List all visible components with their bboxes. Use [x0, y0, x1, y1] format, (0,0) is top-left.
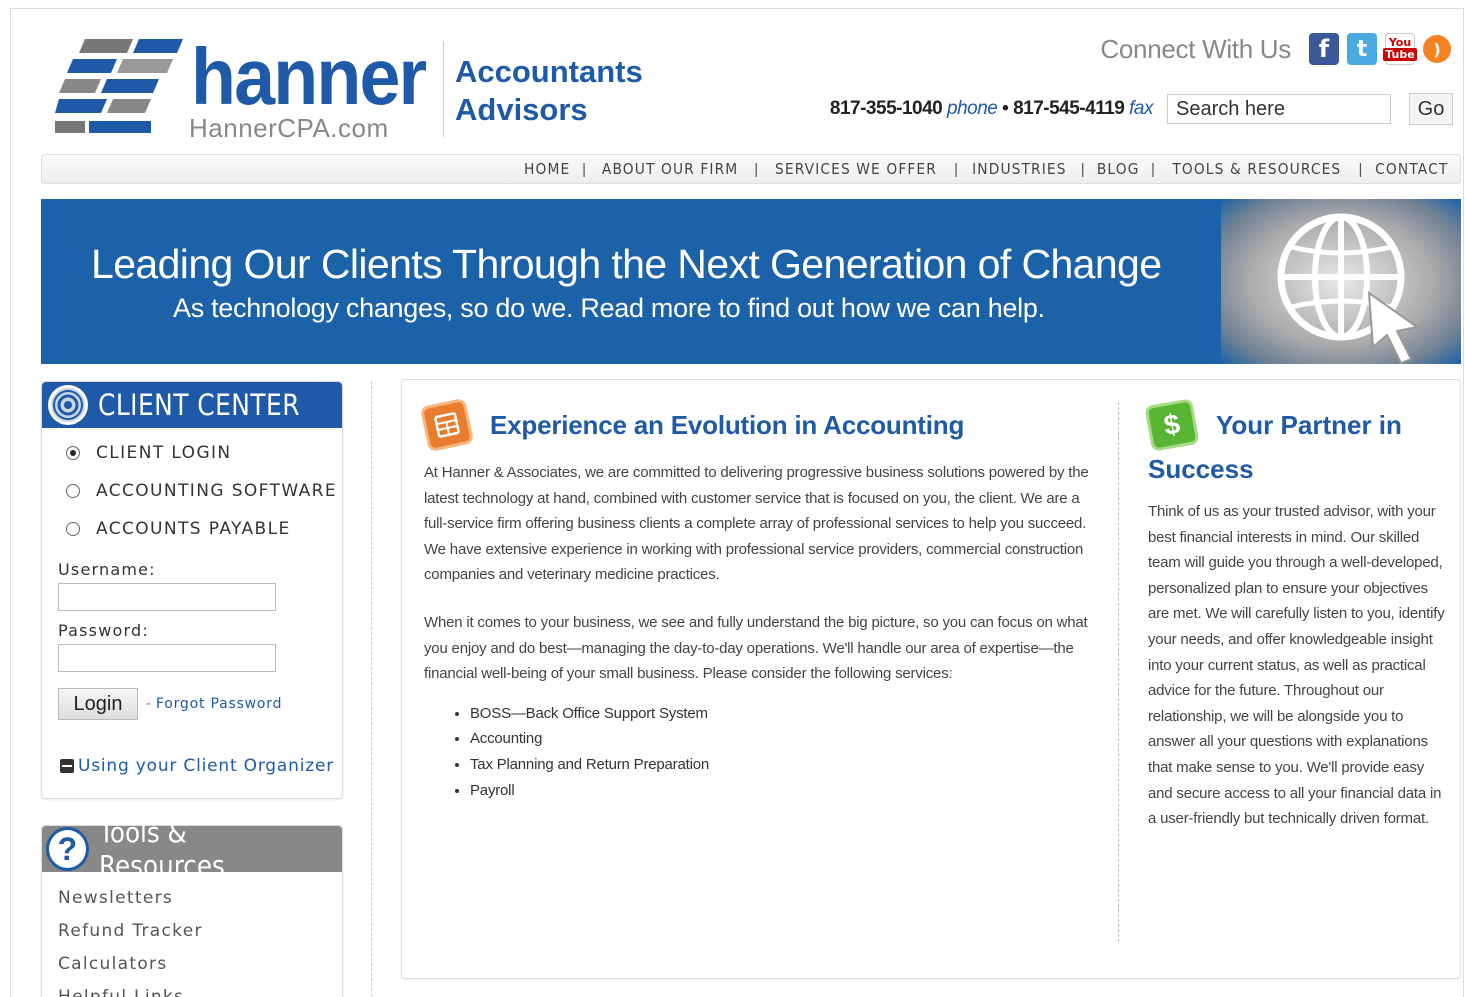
username-field[interactable] [58, 583, 276, 611]
password-label: Password: [58, 621, 149, 640]
nav-blog[interactable]: BLOG [1096, 160, 1139, 178]
logo-name: hanner [191, 32, 427, 121]
login-button[interactable]: Login [58, 688, 138, 720]
evolution-paragraph-1: At Hanner & Associates, we are committed… [424, 464, 1089, 584]
youtube-icon-top: You [1388, 36, 1412, 49]
radio-accounts-payable[interactable]: ACCOUNTS PAYABLE [42, 510, 342, 548]
question-icon: ? [46, 827, 89, 871]
tools-item-helpful-links[interactable]: Helpful Links [42, 981, 342, 997]
phone-fax: 817-355-1040 phone • 817-545-4119 fax [829, 98, 1154, 120]
username-label: Username: [58, 560, 156, 579]
tools-item-refund-tracker[interactable]: Refund Tracker [42, 915, 342, 948]
search-go-button[interactable]: Go [1409, 93, 1453, 125]
radio-button-icon[interactable] [66, 522, 80, 536]
banner-title: Leading Our Clients Through the Next Gen… [91, 241, 1162, 287]
nav-services[interactable]: SERVICES WE OFFER [775, 160, 937, 178]
nav-contact[interactable]: CONTACT [1376, 160, 1449, 178]
forgot-password-wrap: - Forgot Password [146, 696, 282, 712]
phone-label: phone [947, 98, 998, 119]
radio-label: ACCOUNTING SOFTWARE [96, 481, 338, 501]
list-item: Tax Planning and Return Preparation [470, 752, 1094, 778]
youtube-icon-bottom: Tube [1383, 48, 1417, 61]
sidebar-divider [371, 381, 372, 997]
hero-banner[interactable]: Leading Our Clients Through the Next Gen… [41, 199, 1461, 364]
calculator-icon [419, 397, 475, 453]
client-organizer-label: Using your Client Organizer [78, 756, 334, 776]
nav-separator: | [754, 160, 759, 178]
facebook-icon[interactable]: f [1309, 33, 1339, 65]
nav-industries[interactable]: INDUSTRIES [972, 160, 1066, 178]
youtube-icon[interactable]: You Tube [1383, 33, 1417, 65]
broadcast-icon [48, 385, 88, 425]
radio-button-icon[interactable] [66, 484, 80, 498]
nav-tools[interactable]: TOOLS & RESOURCES [1172, 160, 1341, 178]
evolution-paragraph-2: When it comes to your business, we see a… [424, 613, 1088, 683]
social-links: Connect With Us f t You Tube ) [1100, 33, 1451, 65]
globe-cursor-icon [1221, 199, 1461, 364]
dollar-icon: $ [1144, 398, 1200, 452]
nav-separator: | [954, 160, 959, 178]
contact-bullet: • [1002, 98, 1009, 119]
connect-label: Connect With Us [1100, 33, 1291, 64]
nav-about[interactable]: ABOUT OUR FIRM [602, 160, 738, 178]
tools-resources-header: ? Tools & Resources [42, 816, 342, 882]
list-item: Payroll [470, 778, 1094, 804]
client-center-box: CLIENT CENTER CLIENT LOGIN ACCOUNTING SO… [41, 381, 343, 799]
client-center-title: CLIENT CENTER [98, 388, 300, 422]
tools-item-newsletters[interactable]: Newsletters [42, 882, 342, 915]
banner-subtitle: As technology changes, so do we. Read mo… [173, 293, 1045, 323]
nav-separator: | [1150, 160, 1155, 178]
tagline-accountants: Accountants [455, 54, 643, 89]
list-item: BOSS—Back Office Support System [470, 701, 1094, 727]
logo-domain: HannerCPA.com [189, 113, 389, 143]
radio-accounting-software[interactable]: ACCOUNTING SOFTWARE [42, 472, 342, 510]
nav-home[interactable]: HOME [524, 160, 570, 178]
main-nav: HOME | ABOUT OUR FIRM | SERVICES WE OFFE… [41, 154, 1461, 184]
page: hanner HannerCPA.com Accountants Advisor… [10, 8, 1464, 997]
logo-tagline: Accountants Advisors [455, 53, 643, 129]
rss-icon[interactable]: ) [1423, 35, 1451, 63]
partner-heading-line-2: Success [1148, 454, 1254, 484]
evolution-heading: Experience an Evolution in Accounting [490, 409, 965, 440]
tools-item-calculators[interactable]: Calculators [42, 948, 342, 981]
forgot-dash: - [146, 696, 152, 712]
tools-resources-box: ? Tools & Resources Newsletters Refund T… [41, 816, 343, 997]
client-organizer-link[interactable]: Using your Client Organizer [60, 756, 342, 776]
partner-paragraph: Think of us as your trusted advisor, wit… [1148, 503, 1445, 828]
fax-label: fax [1129, 98, 1153, 119]
services-list: BOSS—Back Office Support System Accounti… [470, 701, 1094, 803]
nav-separator: | [1080, 160, 1085, 178]
radio-label: CLIENT LOGIN [96, 443, 232, 463]
evolution-header: Experience an Evolution in Accounting [419, 397, 1094, 453]
column-divider [1118, 402, 1119, 942]
list-item: Accounting [470, 726, 1094, 752]
nav-separator: | [1358, 160, 1363, 178]
client-center-header: CLIENT CENTER [42, 382, 342, 428]
radio-label: ACCOUNTS PAYABLE [96, 519, 291, 539]
partner-header: $ Your Partner in [1144, 398, 1448, 452]
tagline-advisors: Advisors [455, 92, 588, 127]
forgot-password-link[interactable]: Forgot Password [156, 696, 282, 712]
logo-divider [443, 41, 444, 137]
evolution-section: Experience an Evolution in Accounting At… [419, 397, 1094, 803]
password-field[interactable] [58, 644, 276, 672]
sidebar: CLIENT CENTER CLIENT LOGIN ACCOUNTING SO… [41, 381, 343, 997]
logo-mark-icon [55, 39, 183, 133]
partner-heading-line-1: Your Partner in [1216, 409, 1402, 440]
organizer-icon [60, 759, 74, 773]
login-row: Login - Forgot Password [58, 688, 342, 720]
twitter-icon[interactable]: t [1347, 33, 1377, 65]
fax-number: 817-545-4119 [1013, 98, 1125, 119]
radio-button-icon[interactable] [66, 446, 80, 460]
phone-number: 817-355-1040 [829, 98, 943, 119]
main-content: Experience an Evolution in Accounting At… [401, 379, 1461, 979]
contact-row: 817-355-1040 phone • 817-545-4119 fax Go [830, 93, 1453, 125]
tools-resources-title: Tools & Resources [98, 816, 225, 882]
search-input[interactable] [1167, 94, 1391, 124]
site-logo[interactable]: hanner HannerCPA.com Accountants Advisor… [55, 37, 655, 149]
partner-section: $ Your Partner in Success Think of us as… [1144, 398, 1448, 832]
nav-separator: | [582, 160, 587, 178]
radio-client-login[interactable]: CLIENT LOGIN [42, 434, 342, 472]
